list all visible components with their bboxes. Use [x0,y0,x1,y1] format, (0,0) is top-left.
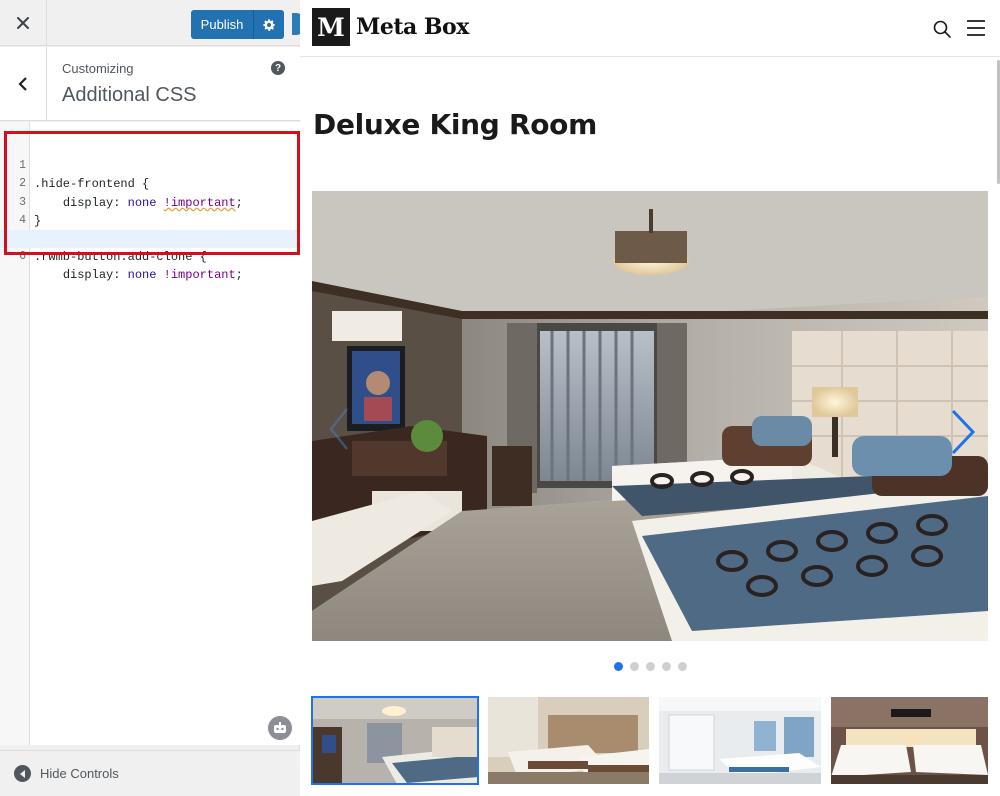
site-logo-mark[interactable]: M [312,8,350,46]
page-title: Deluxe King Room [313,108,597,141]
publish-settings-button[interactable] [253,10,284,39]
slider-prev-arrow[interactable] [328,407,350,451]
site-preview: M Meta Box Deluxe King Room [300,0,1000,796]
css-value: none [127,268,157,283]
css-property: display [62,268,114,283]
highlight-frame [4,131,300,255]
search-icon[interactable] [932,19,952,39]
slider-dot[interactable] [662,662,671,671]
section-header: Customizing Additional CSS ? [0,47,300,121]
collapse-arrow-icon [14,765,31,782]
close-icon [17,17,29,29]
site-logo-text[interactable]: Meta Box [356,14,469,40]
site-header: M Meta Box [300,0,1000,57]
slider-pagination [614,662,687,671]
help-icon[interactable]: ? [271,61,285,75]
thumbnail-4[interactable] [831,697,988,784]
hide-controls-label: Hide Controls [40,766,119,781]
hide-controls-button[interactable]: Hide Controls [0,750,300,796]
customizer-sidebar: Publish Customizing Additional CSS ? 1 .… [0,0,300,796]
slider-dot[interactable] [614,662,623,671]
section-title: Additional CSS [62,84,197,106]
slider-next-arrow[interactable] [950,409,976,455]
thumbnail-strip [311,696,988,787]
chevron-left-icon [18,76,27,91]
slider-dot[interactable] [630,662,639,671]
menu-icon[interactable] [966,19,986,37]
assistant-bot-icon[interactable] [268,716,292,740]
publish-group: Publish [191,10,284,39]
publish-button[interactable]: Publish [191,10,253,39]
slider-dot[interactable] [678,662,687,671]
gear-icon [263,18,275,31]
room-photo-slider[interactable] [312,191,988,641]
back-button[interactable] [0,47,47,120]
close-customizer-button[interactable] [0,0,47,46]
hotel-room-photo [312,191,988,641]
css-important-flag: !important [163,268,236,283]
thumbnail-3[interactable] [659,697,821,784]
thumbnail-2[interactable] [488,697,649,784]
slider-dot[interactable] [646,662,655,671]
breadcrumb: Customizing [62,61,134,76]
customizer-header: Publish [0,0,300,46]
thumbnail-1[interactable] [311,696,479,785]
